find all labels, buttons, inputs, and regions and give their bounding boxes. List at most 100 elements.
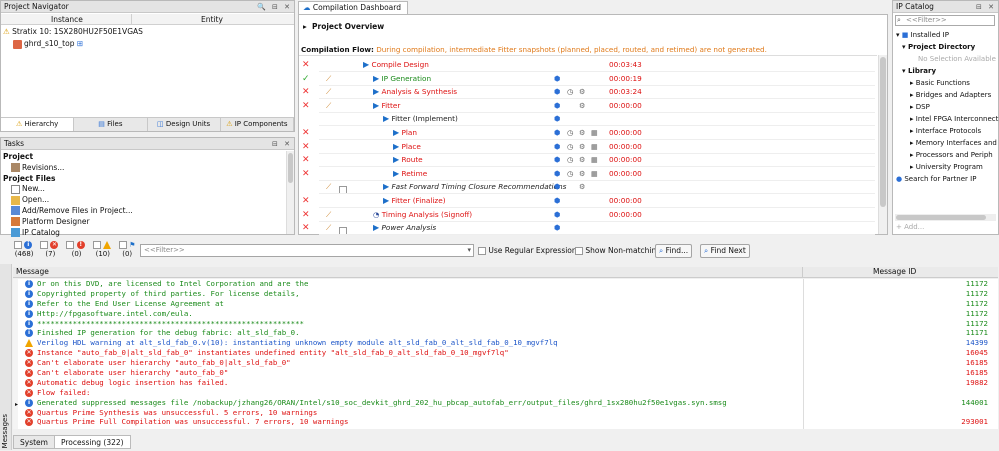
scrollbar-thumb[interactable] <box>288 153 293 183</box>
checkbox[interactable] <box>575 247 583 255</box>
tab-design-units[interactable]: ◫ Design Units <box>148 118 221 131</box>
filter-flag[interactable]: ⚑ (0) <box>118 241 135 259</box>
clock-icon[interactable]: ◷ <box>567 85 573 98</box>
tree-library-item[interactable]: ▸ University Program <box>896 161 998 173</box>
flow-row[interactable]: ✕ ⟋ ▶ Fitter ⬢ ⚙ 00:00:00 <box>299 99 875 112</box>
message-row[interactable]: i Or on this DVD, are licensed to Intel C… <box>13 279 998 289</box>
report-icon[interactable]: ⬢ <box>554 112 560 125</box>
top-entity-row[interactable]: ghrd_s10_top ⊞ <box>13 39 83 49</box>
netlist-icon[interactable]: ⚙ <box>579 153 586 166</box>
settings-wand-icon[interactable]: ⟋ <box>326 208 331 221</box>
message-row[interactable]: ✕ Automatic debug logic insertion has fai… <box>13 378 998 388</box>
run-play-icon[interactable]: ▶ <box>363 60 369 69</box>
tab-hierarchy[interactable]: ⚠ Hierarchy <box>1 118 75 131</box>
message-row[interactable]: i Copyrighted property of third parties. … <box>13 289 998 299</box>
run-play-icon[interactable]: ▶ <box>383 182 389 191</box>
message-row[interactable]: i Http://fpgasoftware.intel.com/eula. 1117… <box>13 309 998 319</box>
message-row[interactable]: ✕ Can't elaborate user hierarchy "auto_fa… <box>13 368 998 378</box>
task-item-revisions[interactable]: Revisions... <box>3 163 133 174</box>
task-item-open[interactable]: Open... <box>3 195 133 206</box>
tree-library-item[interactable]: ▸ Interface Protocols <box>896 125 998 137</box>
clock-icon[interactable]: ◷ <box>567 126 573 139</box>
checkbox[interactable] <box>339 183 347 194</box>
run-play-icon[interactable]: ▶ <box>383 196 389 205</box>
checkbox[interactable] <box>66 241 75 249</box>
clock-icon[interactable]: ◷ <box>567 153 573 166</box>
filter-error[interactable]: ✕ (7) <box>40 241 60 259</box>
chip-planner-icon[interactable]: ▦ <box>591 140 598 153</box>
device-row[interactable]: ⚠ Stratix 10: 1SX280HU2F50E1VGAS <box>3 27 143 36</box>
tree-library-item[interactable]: ▸ DSP <box>896 101 998 113</box>
tree-library-item[interactable]: ▸ Basic Functions <box>896 77 998 89</box>
task-item-ip-catalog[interactable]: IP Catalog <box>3 228 133 239</box>
dashboard-scrollbar[interactable] <box>878 55 887 234</box>
tree-search-partner[interactable]: ● Search for Partner IP <box>896 173 998 185</box>
netlist-icon[interactable]: ⚙ <box>579 167 586 180</box>
find-button[interactable]: ⌕ Find... <box>655 244 693 258</box>
tree-project-directory[interactable]: ▾ Project Directory <box>896 41 998 53</box>
settings-wand-icon[interactable]: ⟋ <box>326 180 331 193</box>
settings-wand-icon[interactable]: ⟋ <box>326 221 331 234</box>
netlist-icon[interactable]: ⚙ <box>579 180 586 193</box>
tree-library[interactable]: ▾ Library <box>896 65 998 77</box>
report-icon[interactable]: ⬢ <box>554 194 560 207</box>
report-icon[interactable]: ⬢ <box>554 167 560 180</box>
find-next-button[interactable]: ⌕ Find Next <box>700 244 750 258</box>
task-item-platform-designer[interactable]: Platform Designer <box>3 217 133 228</box>
tab-ip-components[interactable]: ⚠ IP Components <box>221 118 294 131</box>
tree-installed-ip[interactable]: ▾ ■ Installed IP <box>896 29 998 41</box>
tree-library-item[interactable]: ▸ Bridges and Adapters <box>896 89 998 101</box>
message-row[interactable]: ✕ Quartus Prime Synthesis was unsuccessfu… <box>13 408 998 418</box>
message-row[interactable]: ✕ Can't elaborate user hierarchy "auto_fa… <box>13 358 998 368</box>
chip-planner-icon[interactable]: ▦ <box>591 126 598 139</box>
checkbox[interactable] <box>118 241 127 249</box>
checkbox[interactable] <box>478 247 486 255</box>
report-icon[interactable]: ⬢ <box>554 140 560 153</box>
checkbox[interactable] <box>92 241 101 249</box>
report-icon[interactable]: ⬢ <box>554 99 560 112</box>
filter-warning[interactable]: (10) <box>92 241 113 259</box>
report-icon[interactable]: ⬢ <box>554 180 560 193</box>
netlist-icon[interactable]: ⚙ <box>579 99 586 112</box>
col-instance[interactable]: Instance <box>51 15 83 24</box>
checkbox[interactable] <box>40 241 49 249</box>
message-row[interactable]: i ***************************************… <box>13 319 998 329</box>
report-icon[interactable]: ⬢ <box>554 126 560 139</box>
settings-wand-icon[interactable]: ⟋ <box>326 85 331 98</box>
flow-row[interactable]: ✕ ▶ Compile Design 00:03:43 <box>299 58 875 71</box>
run-play-icon[interactable]: ▶ <box>373 223 379 232</box>
flow-row[interactable]: ✕ ▶ Plan ⬢ ◷ ⚙ ▦ 00:00:00 <box>299 126 875 139</box>
run-play-icon[interactable]: ▶ <box>393 142 399 151</box>
panel-controls[interactable]: ⊟ ✕ <box>272 138 292 150</box>
message-filter-input[interactable]: <<Filter>> ▾ <box>140 244 474 257</box>
non-matching-checkbox[interactable]: Show Non-matching <box>575 246 661 255</box>
chevron-down-icon[interactable]: ▾ <box>467 245 471 256</box>
flow-row[interactable]: ✕ ▶ Place ⬢ ◷ ⚙ ▦ 00:00:00 <box>299 140 875 153</box>
checkbox[interactable] <box>339 224 347 235</box>
flow-row[interactable]: ✓ ⟋ ▶ IP Generation ⬢ 00:00:19 <box>299 72 875 85</box>
tree-library-item[interactable]: ▸ Processors and Periph <box>896 149 998 161</box>
flow-row[interactable]: ▶ Fitter (Implement) ⬢ <box>299 112 875 125</box>
message-row[interactable]: i Finished IP generation for the debug fa… <box>13 328 998 338</box>
ip-hscroll[interactable] <box>895 214 996 221</box>
timing-icon[interactable]: ◔ <box>373 210 379 219</box>
run-play-icon[interactable]: ▶ <box>393 155 399 164</box>
chip-planner-icon[interactable]: ▦ <box>591 167 598 180</box>
run-play-icon[interactable]: ▶ <box>373 74 379 83</box>
message-row[interactable]: ✕ Instance "auto_fab_0|alt_sld_fab_0" ins… <box>13 348 998 358</box>
flow-row[interactable]: ✕ ⟋ ▶ Power Analysis ⬢ <box>299 221 875 235</box>
add-ip-button[interactable]: + Add... <box>896 223 924 231</box>
clock-icon[interactable]: ◷ <box>567 167 573 180</box>
task-item-new[interactable]: New... <box>3 184 133 195</box>
flow-row[interactable]: ⟋ ▶ Fast Forward Timing Closure Recommend… <box>299 180 875 194</box>
task-item-add-remove[interactable]: Add/Remove Files in Project... <box>3 206 133 217</box>
flow-row[interactable]: ✕ ▶ Retime ⬢ ◷ ⚙ ▦ 00:00:00 <box>299 167 875 180</box>
message-row[interactable]: i Refer to the End User License Agreement… <box>13 299 998 309</box>
message-row[interactable]: Verilog HDL warning at alt_sld_fab_0.v(1… <box>13 338 998 348</box>
message-row[interactable]: ✕ Flow failed: <box>13 388 998 398</box>
ip-filter-input[interactable]: ⌕ <<Filter>> <box>895 15 995 26</box>
panel-controls[interactable]: 🔍 ⊟ ✕ <box>257 1 292 13</box>
regex-checkbox[interactable]: Use Regular Expressions <box>478 246 581 255</box>
flow-row[interactable]: ✕ ▶ Fitter (Finalize) ⬢ 00:00:00 <box>299 194 875 207</box>
checkbox[interactable] <box>14 241 22 249</box>
